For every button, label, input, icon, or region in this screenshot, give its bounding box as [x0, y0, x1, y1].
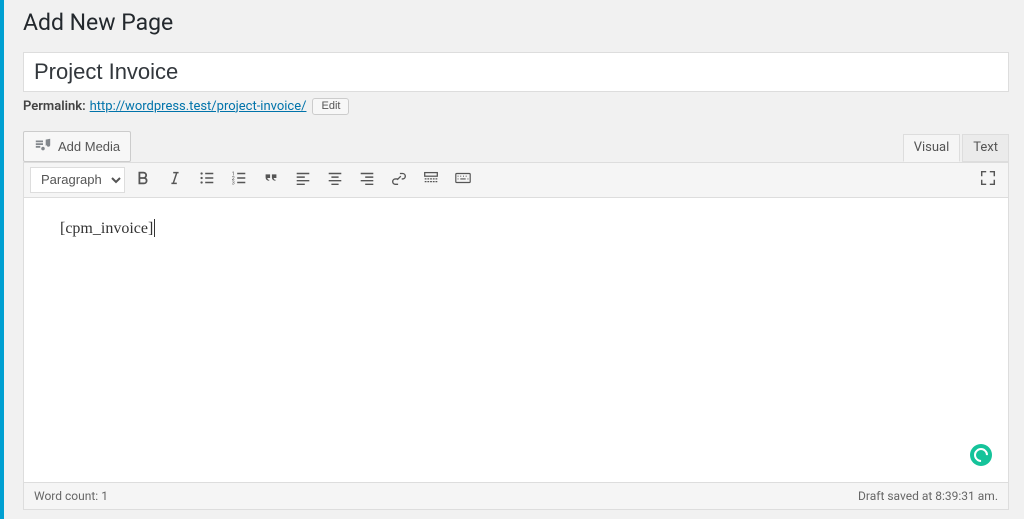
- bold-button[interactable]: [129, 167, 157, 193]
- tab-visual[interactable]: Visual: [903, 134, 961, 162]
- italic-icon: [166, 169, 184, 191]
- fullscreen-icon: [979, 169, 997, 191]
- fullscreen-button[interactable]: [974, 167, 1002, 193]
- toolbar-toggle-button[interactable]: [449, 167, 477, 193]
- numbered-list-button[interactable]: 123: [225, 167, 253, 193]
- permalink-row: Permalink: http://wordpress.test/project…: [23, 98, 1009, 115]
- editor-mode-tabs: Visual Text: [903, 134, 1009, 162]
- camera-music-icon: [34, 136, 52, 157]
- page-editor-wrap: Add New Page Permalink: http://wordpress…: [0, 0, 1024, 510]
- align-center-icon: [326, 169, 344, 191]
- align-right-icon: [358, 169, 376, 191]
- quote-icon: [262, 169, 280, 191]
- content-body: [cpm_invoice]: [60, 220, 155, 237]
- page-title: Add New Page: [23, 8, 1009, 38]
- align-left-button[interactable]: [289, 167, 317, 193]
- word-count: Word count: 1: [34, 489, 108, 503]
- svg-text:3: 3: [232, 180, 235, 186]
- insert-more-button[interactable]: [417, 167, 445, 193]
- grammarly-icon[interactable]: [970, 444, 992, 466]
- permalink-label: Permalink:: [23, 99, 86, 114]
- permalink-url[interactable]: http://wordpress.test/project-invoice/: [90, 99, 307, 114]
- blockquote-button[interactable]: [257, 167, 285, 193]
- link-icon: [390, 169, 408, 191]
- read-more-icon: [422, 169, 440, 191]
- editor-statusbar: Word count: 1 Draft saved at 8:39:31 am.: [23, 483, 1009, 510]
- bullet-list-button[interactable]: [193, 167, 221, 193]
- format-select[interactable]: Paragraph: [30, 167, 125, 193]
- numbered-list-icon: 123: [230, 169, 248, 191]
- add-media-label: Add Media: [58, 139, 120, 154]
- bold-icon: [134, 169, 152, 191]
- autosave-status: Draft saved at 8:39:31 am.: [858, 489, 998, 503]
- bullet-list-icon: [198, 169, 216, 191]
- add-media-button[interactable]: Add Media: [23, 131, 131, 162]
- align-left-icon: [294, 169, 312, 191]
- insert-link-button[interactable]: [385, 167, 413, 193]
- align-right-button[interactable]: [353, 167, 381, 193]
- rich-text-toolbar: Paragraph 123: [23, 162, 1009, 198]
- italic-button[interactable]: [161, 167, 189, 193]
- edit-permalink-button[interactable]: Edit: [312, 98, 349, 115]
- align-center-button[interactable]: [321, 167, 349, 193]
- keyboard-icon: [454, 169, 472, 191]
- tab-text[interactable]: Text: [962, 134, 1009, 162]
- post-title-input[interactable]: [23, 52, 1009, 92]
- editor-box: Paragraph 123: [23, 162, 1009, 510]
- content-editor[interactable]: [cpm_invoice]: [23, 198, 1009, 483]
- admin-accent-bar: [0, 0, 4, 519]
